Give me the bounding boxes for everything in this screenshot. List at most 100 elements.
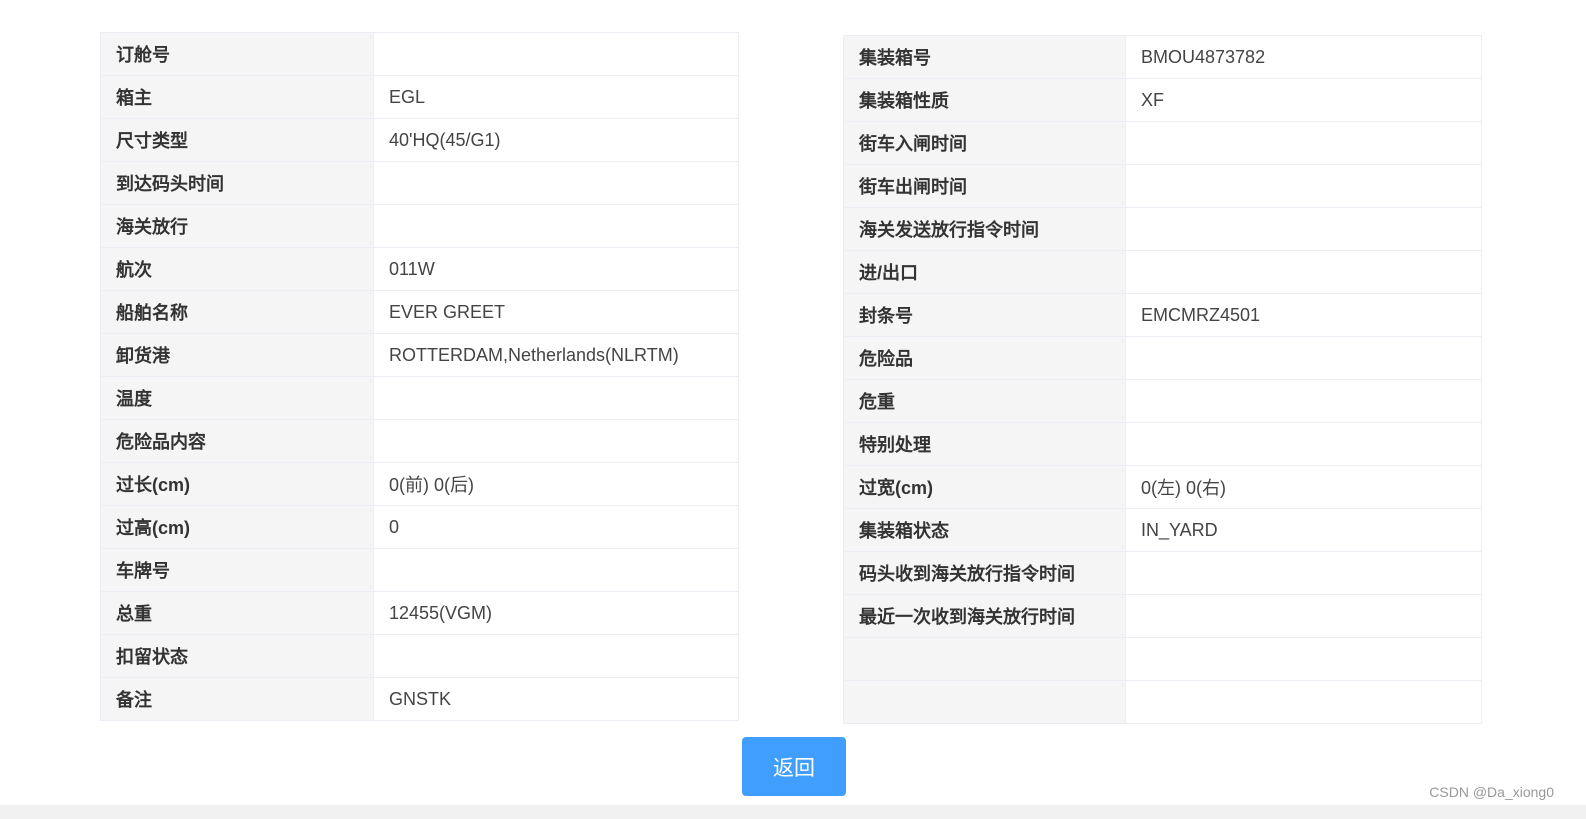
table-row: 车牌号 xyxy=(100,548,739,592)
table-row: 过长(cm) 0(前) 0(后) xyxy=(100,462,739,506)
field-value-voyage: 011W xyxy=(373,247,739,291)
field-label-over-height: 过高(cm) xyxy=(100,505,374,549)
table-row: 街车出闸时间 xyxy=(843,164,1482,208)
left-detail-table: 订舱号 箱主 EGL 尺寸类型 40'HQ(45/G1) 到达码头时间 海关放行… xyxy=(100,32,739,721)
field-value-import-export xyxy=(1125,250,1482,294)
table-row: 船舶名称 EVER GREET xyxy=(100,290,739,334)
back-button[interactable]: 返回 xyxy=(742,737,846,796)
field-label-customs-release: 海关放行 xyxy=(100,204,374,248)
field-value-over-height: 0 xyxy=(373,505,739,549)
field-label-size-type: 尺寸类型 xyxy=(100,118,374,162)
bottom-divider xyxy=(0,805,1586,819)
table-row: 备注 GNSTK xyxy=(100,677,739,721)
table-row: 集装箱性质 XF xyxy=(843,78,1482,122)
table-row: 集装箱状态 IN_YARD xyxy=(843,508,1482,552)
field-value-truck-gate-in-time xyxy=(1125,121,1482,165)
field-label-special-handling: 特别处理 xyxy=(843,422,1126,466)
field-label-box-owner: 箱主 xyxy=(100,75,374,119)
field-value-over-width: 0(左) 0(右) xyxy=(1125,465,1482,509)
field-label-container-status: 集装箱状态 xyxy=(843,508,1126,552)
field-label-container-nature: 集装箱性质 xyxy=(843,78,1126,122)
field-label-truck-gate-out-time: 街车出闸时间 xyxy=(843,164,1126,208)
field-label-over-width: 过宽(cm) xyxy=(843,465,1126,509)
field-value-vessel-name: EVER GREET xyxy=(373,290,739,334)
table-row: 到达码头时间 xyxy=(100,161,739,205)
table-row: 危重 xyxy=(843,379,1482,423)
field-value-hold-status xyxy=(373,634,739,678)
table-row: 卸货港 ROTTERDAM,Netherlands(NLRTM) xyxy=(100,333,739,377)
field-value-dangerous-goods-content xyxy=(373,419,739,463)
field-value-last-release-time xyxy=(1125,594,1482,638)
field-value-over-length: 0(前) 0(后) xyxy=(373,462,739,506)
field-value-arrival-time xyxy=(373,161,739,205)
table-row: 集装箱号 BMOU4873782 xyxy=(843,35,1482,79)
field-value-customs-release xyxy=(373,204,739,248)
table-row: 扣留状态 xyxy=(100,634,739,678)
table-row: 海关放行 xyxy=(100,204,739,248)
field-label-container-no: 集装箱号 xyxy=(843,35,1126,79)
table-row: 进/出口 xyxy=(843,250,1482,294)
field-label-hold-status: 扣留状态 xyxy=(100,634,374,678)
field-label-temperature: 温度 xyxy=(100,376,374,420)
field-label-gross-weight: 总重 xyxy=(100,591,374,635)
field-label-terminal-received-release-time: 码头收到海关放行指令时间 xyxy=(843,551,1126,595)
field-label-discharge-port: 卸货港 xyxy=(100,333,374,377)
field-value-temperature xyxy=(373,376,739,420)
field-label-seal-no: 封条号 xyxy=(843,293,1126,337)
watermark: CSDN @Da_xiong0 xyxy=(1429,784,1554,800)
field-value-remarks: GNSTK xyxy=(373,677,739,721)
table-row: 封条号 EMCMRZ4501 xyxy=(843,293,1482,337)
table-row: 过高(cm) 0 xyxy=(100,505,739,549)
table-row: 海关发送放行指令时间 xyxy=(843,207,1482,251)
field-value-booking-no xyxy=(373,32,739,76)
field-label-last-release-time: 最近一次收到海关放行时间 xyxy=(843,594,1126,638)
right-table-body: 集装箱号 BMOU4873782 集装箱性质 XF 街车入闸时间 街车出闸时间 … xyxy=(843,35,1482,724)
field-label-empty xyxy=(843,637,1126,681)
field-value-plate-number xyxy=(373,548,739,592)
table-row: 最近一次收到海关放行时间 xyxy=(843,594,1482,638)
field-value-container-status: IN_YARD xyxy=(1125,508,1482,552)
left-table-body: 订舱号 箱主 EGL 尺寸类型 40'HQ(45/G1) 到达码头时间 海关放行… xyxy=(100,32,739,721)
table-row: 总重 12455(VGM) xyxy=(100,591,739,635)
table-row: 箱主 EGL xyxy=(100,75,739,119)
field-label-vessel-name: 船舶名称 xyxy=(100,290,374,334)
table-row: 特别处理 xyxy=(843,422,1482,466)
container-detail-page: 订舱号 箱主 EGL 尺寸类型 40'HQ(45/G1) 到达码头时间 海关放行… xyxy=(0,0,1586,819)
field-label-empty xyxy=(843,680,1126,724)
table-row: 街车入闸时间 xyxy=(843,121,1482,165)
table-row: 危险品内容 xyxy=(100,419,739,463)
field-label-customs-release-order-time: 海关发送放行指令时间 xyxy=(843,207,1126,251)
field-label-arrival-time: 到达码头时间 xyxy=(100,161,374,205)
field-value-box-owner: EGL xyxy=(373,75,739,119)
field-value-terminal-received-release-time xyxy=(1125,551,1482,595)
table-row: 航次 011W xyxy=(100,247,739,291)
field-value-size-type: 40'HQ(45/G1) xyxy=(373,118,739,162)
right-detail-table: 集装箱号 BMOU4873782 集装箱性质 XF 街车入闸时间 街车出闸时间 … xyxy=(843,35,1482,724)
field-label-dangerous-goods-content: 危险品内容 xyxy=(100,419,374,463)
field-label-booking-no: 订舱号 xyxy=(100,32,374,76)
table-row: 温度 xyxy=(100,376,739,420)
field-label-dangerous-heavy: 危重 xyxy=(843,379,1126,423)
field-label-truck-gate-in-time: 街车入闸时间 xyxy=(843,121,1126,165)
field-value-container-nature: XF xyxy=(1125,78,1482,122)
field-value-customs-release-order-time xyxy=(1125,207,1482,251)
table-row: 危险品 xyxy=(843,336,1482,380)
table-row: 尺寸类型 40'HQ(45/G1) xyxy=(100,118,739,162)
table-row xyxy=(843,680,1482,724)
table-row xyxy=(843,637,1482,681)
field-value-dangerous-goods xyxy=(1125,336,1482,380)
field-value-seal-no: EMCMRZ4501 xyxy=(1125,293,1482,337)
field-value-discharge-port: ROTTERDAM,Netherlands(NLRTM) xyxy=(373,333,739,377)
field-value-dangerous-heavy xyxy=(1125,379,1482,423)
field-label-voyage: 航次 xyxy=(100,247,374,291)
field-label-over-length: 过长(cm) xyxy=(100,462,374,506)
field-label-remarks: 备注 xyxy=(100,677,374,721)
table-row: 订舱号 xyxy=(100,32,739,76)
field-value-truck-gate-out-time xyxy=(1125,164,1482,208)
table-row: 过宽(cm) 0(左) 0(右) xyxy=(843,465,1482,509)
field-value-container-no: BMOU4873782 xyxy=(1125,35,1482,79)
field-label-plate-number: 车牌号 xyxy=(100,548,374,592)
field-value-special-handling xyxy=(1125,422,1482,466)
table-row: 码头收到海关放行指令时间 xyxy=(843,551,1482,595)
field-value-gross-weight: 12455(VGM) xyxy=(373,591,739,635)
